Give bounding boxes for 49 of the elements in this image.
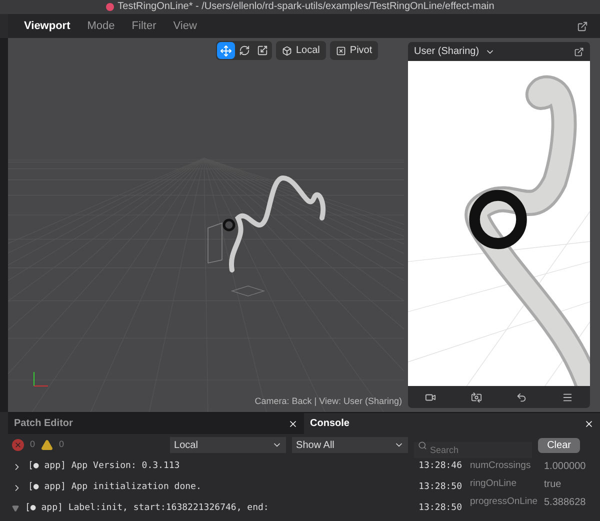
error-icon xyxy=(12,439,24,451)
close-icon[interactable] xyxy=(288,418,298,428)
log-time: 13:28:50 xyxy=(418,502,462,515)
switch-camera-icon[interactable] xyxy=(470,392,482,402)
cube-icon xyxy=(282,46,292,56)
device-dropdown[interactable]: User (Sharing) xyxy=(414,44,496,59)
watch-name: numCrossings xyxy=(470,459,532,473)
watch-value: 1.000000 xyxy=(544,460,586,474)
rotate-arrows-icon xyxy=(238,45,250,56)
window-title: TestRingOnLine* - /Users/ellenlo/rd-spark-utils/examples/TestRingOnLine/effect-main xyxy=(118,2,494,12)
menu-icon[interactable] xyxy=(562,392,573,402)
watch-value: true xyxy=(544,478,562,492)
watch-name: progressOnLine xyxy=(470,495,539,509)
menu-tab[interactable]: View xyxy=(173,18,197,34)
warning-count: 0 xyxy=(59,438,64,452)
panel-tab-label: Console xyxy=(310,417,350,431)
log-message: [● app] App initialization done. xyxy=(28,480,202,494)
pop-out-icon[interactable] xyxy=(577,20,588,32)
clear-button[interactable]: Clear xyxy=(538,438,580,452)
close-icon[interactable] xyxy=(584,418,594,428)
scope-dropdown[interactable]: Local xyxy=(170,437,286,453)
log-time: 13:28:46 xyxy=(418,460,462,473)
pop-out-icon[interactable] xyxy=(574,46,584,56)
camera-caption: Camera: Back | View: User (Sharing) xyxy=(254,394,402,408)
camera-icon[interactable] xyxy=(425,392,436,402)
move-tool-button[interactable] xyxy=(217,42,235,59)
menu-tab[interactable]: Viewport xyxy=(24,18,70,34)
x-square-icon xyxy=(336,46,346,56)
menu-tab[interactable]: Mode xyxy=(87,18,115,34)
log-message: [● app] App Version: 0.3.113 xyxy=(28,460,180,473)
log-time: 13:28:50 xyxy=(418,480,462,494)
watch-name: ringOnLine xyxy=(470,477,518,491)
log-message: [● app] Label:init, start:1638221326746, end: xyxy=(25,502,269,515)
menu-tab[interactable]: Filter xyxy=(132,18,156,34)
error-count: 0 xyxy=(30,438,36,452)
level-dropdown[interactable]: Show All xyxy=(292,437,408,453)
watch-value: 5.388628 xyxy=(544,496,586,510)
rotate-device-icon[interactable] xyxy=(516,392,528,402)
pivot-button[interactable]: Pivot xyxy=(330,41,378,60)
expanded-caret-icon[interactable] xyxy=(12,505,19,512)
panel-tab-label: Patch Editor xyxy=(14,417,73,431)
scale-icon xyxy=(256,45,268,56)
local-space-button[interactable]: Local xyxy=(276,41,326,60)
move-arrows-icon xyxy=(220,44,232,56)
warning-icon xyxy=(41,439,54,451)
search-icon xyxy=(418,441,428,450)
search-field[interactable]: Search xyxy=(414,442,532,458)
panel-tab[interactable]: Patch Editor xyxy=(8,413,304,434)
app-logo-icon xyxy=(106,3,114,11)
